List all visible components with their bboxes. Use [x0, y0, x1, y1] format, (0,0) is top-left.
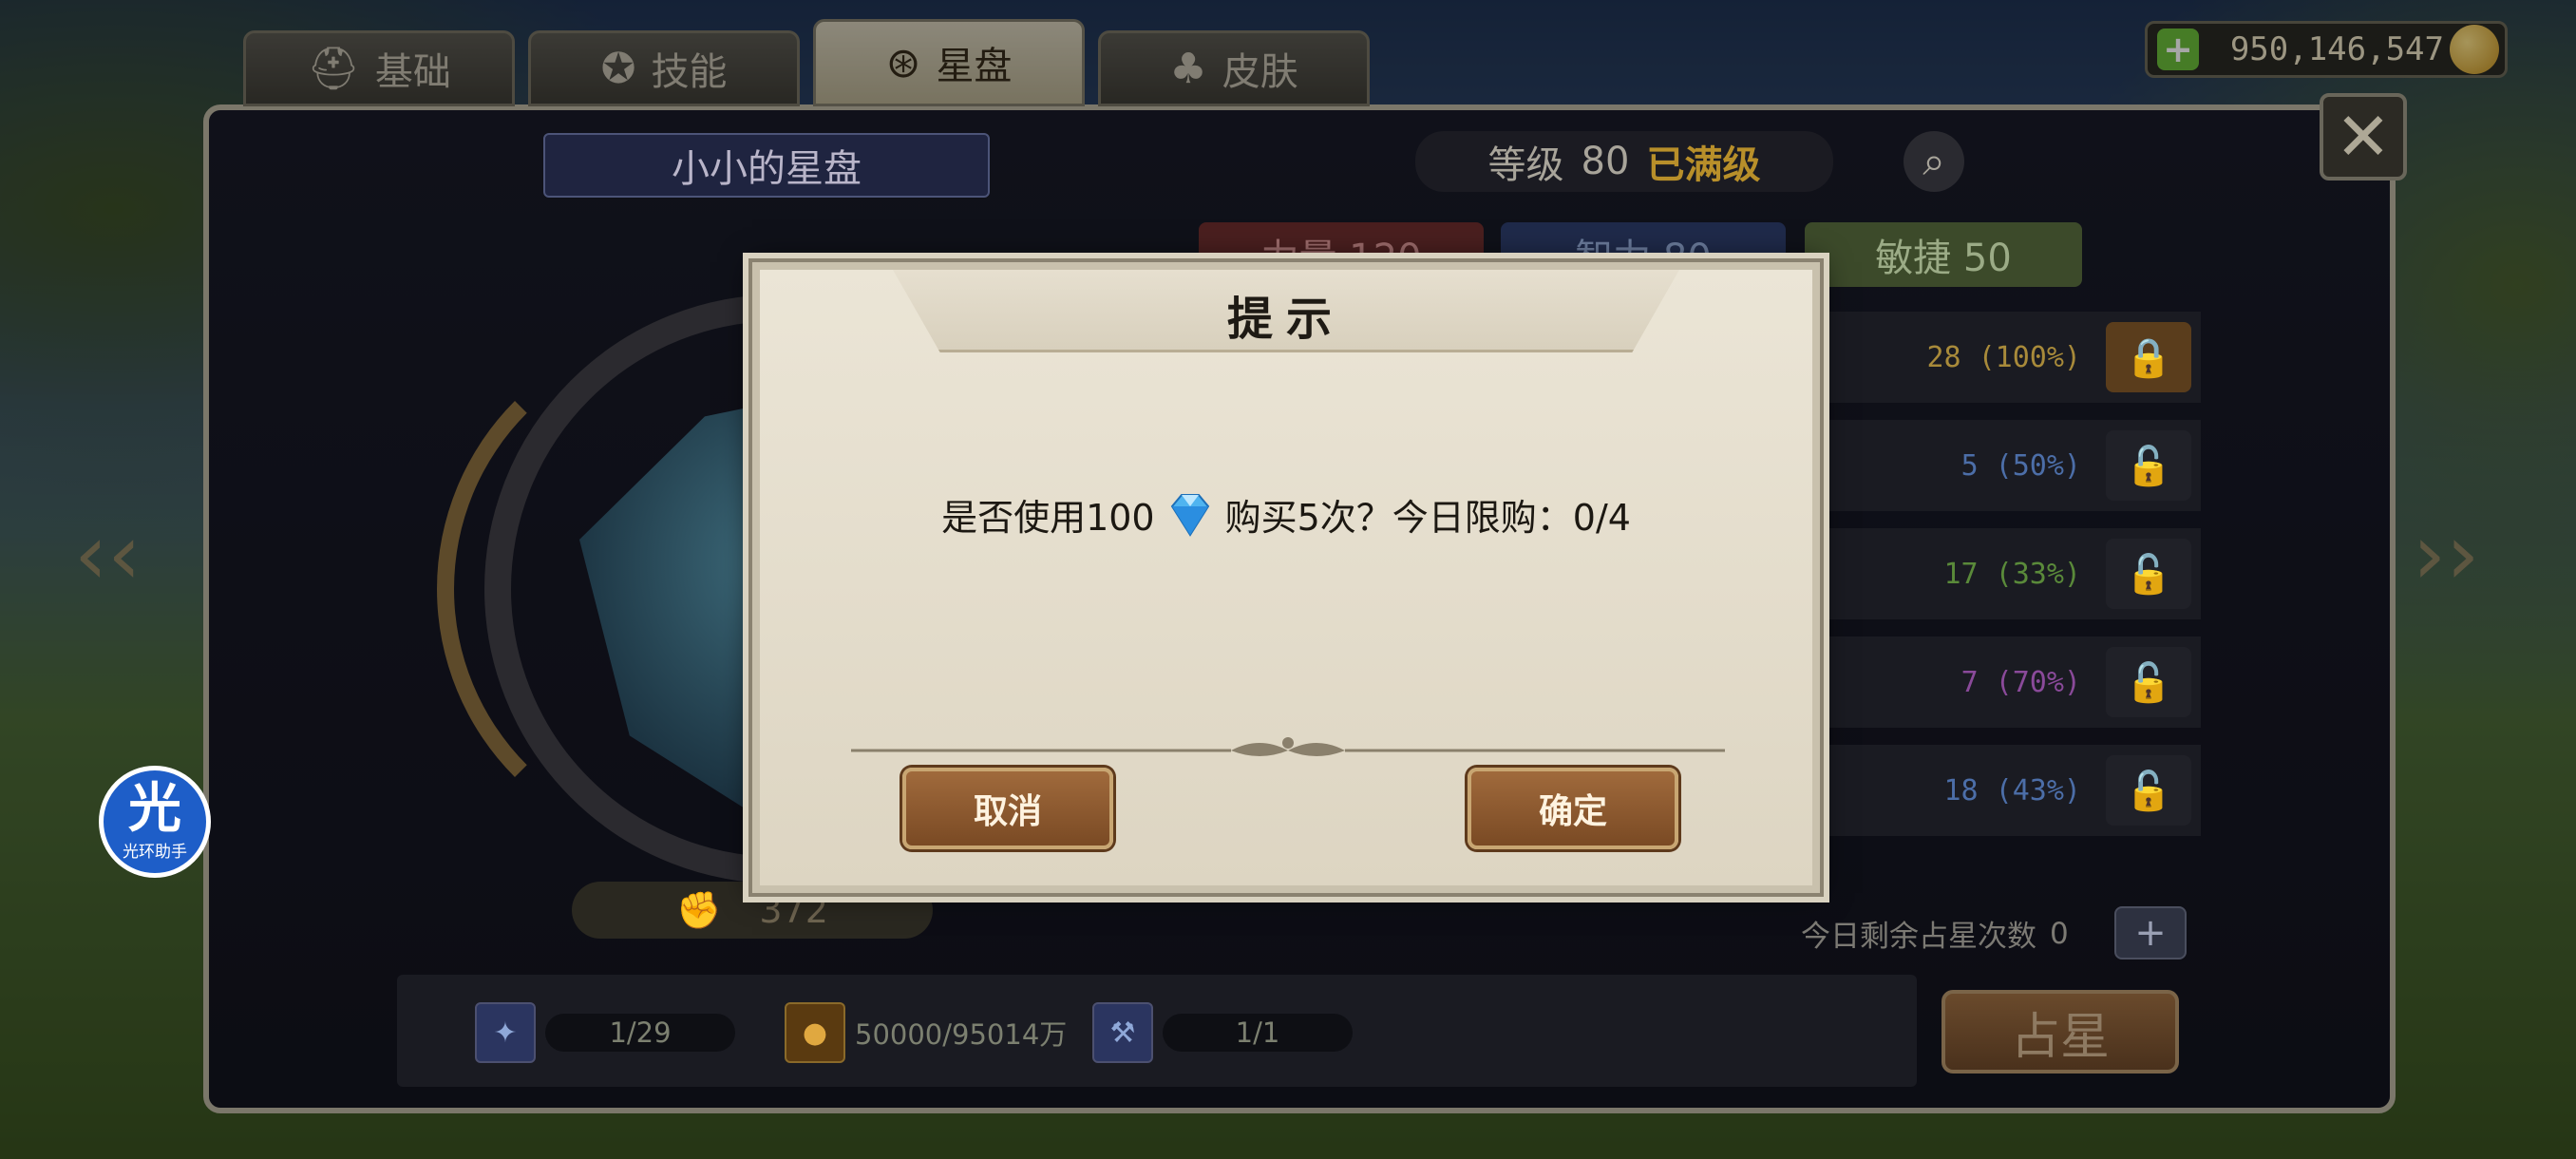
plus-icon: + [2134, 911, 2167, 955]
add-gold-button[interactable]: + [2157, 28, 2199, 70]
add-astrology-button[interactable]: + [2114, 906, 2187, 960]
resource-item: ✦ 1/29 [475, 1002, 735, 1063]
level-max-status: 已满级 [1646, 143, 1761, 187]
tab-basic[interactable]: ⛑ 基础 [243, 30, 515, 106]
unlock-button[interactable]: 🔓 [2106, 647, 2191, 717]
attribute-row: 17 (33%) 🔓 [1816, 528, 2201, 619]
close-button[interactable]: ✕ [2320, 93, 2407, 180]
message-suffix: 购买5次？今日限购：0/4 [1224, 497, 1631, 539]
attribute-row: 5 (50%) 🔓 [1816, 420, 2201, 511]
astrolabe-icon: ⊛ [885, 38, 921, 87]
lock-button[interactable]: 🔒 [2106, 322, 2191, 392]
close-icon: ✕ [2335, 98, 2392, 176]
attribute-value: 18 (43%) [1943, 773, 2082, 808]
lock-icon: 🔒 [2125, 335, 2172, 380]
search-icon: ⌕ [1923, 138, 1945, 184]
star-shard-icon: ✦ [475, 1002, 536, 1063]
tab-label: 技能 [651, 50, 728, 94]
tab-bar: ⛑ 基础 ✪ 技能 ⊛ 星盘 ♣ 皮肤 [243, 19, 1370, 106]
dialog-message: 是否使用100 购买5次？今日限购：0/4 [760, 488, 1812, 541]
diamond-icon [1170, 493, 1209, 537]
tab-skin[interactable]: ♣ 皮肤 [1098, 30, 1370, 106]
dialog-title: 提示 [1226, 293, 1345, 346]
attribute-value: 17 (33%) [1943, 557, 2082, 591]
skin-icon: ♣ [1169, 44, 1207, 93]
level-value: 80 [1581, 140, 1630, 183]
unlock-icon: 🔓 [2125, 769, 2172, 813]
remaining-astrology: 今日剩余占星次数 0 [1801, 912, 2069, 955]
tab-astrolabe[interactable]: ⊛ 星盘 [813, 19, 1085, 106]
prev-arrow-icon[interactable]: ‹‹ [74, 505, 141, 603]
attribute-row: 28 (100%) 🔒 [1816, 312, 2201, 403]
tab-label: 星盘 [936, 45, 1013, 88]
attribute-value: 28 (100%) [1926, 340, 2081, 374]
unlock-button[interactable]: 🔓 [2106, 539, 2191, 609]
gold-bag-icon: ● [785, 1002, 845, 1063]
tab-label: 皮肤 [1222, 50, 1298, 94]
attribute-value: 7 (70%) [1960, 665, 2081, 699]
board-title: 小小的星盘 [543, 133, 990, 198]
helper-label: 光环助手 [123, 842, 187, 862]
astrology-button[interactable]: 占星 [1941, 990, 2179, 1074]
helper-glyph: 光 [128, 777, 181, 840]
unlock-icon: 🔓 [2125, 660, 2172, 705]
level-display: 等级 80 已满级 [1415, 131, 1833, 192]
attribute-value: 5 (50%) [1960, 448, 2081, 483]
points-value: 372 [759, 889, 828, 931]
tab-skill[interactable]: ✪ 技能 [528, 30, 800, 106]
tab-label: 基础 [374, 50, 451, 94]
unlock-button[interactable]: 🔓 [2106, 755, 2191, 826]
level-label: 等级 [1487, 143, 1564, 187]
stat-agility: 敏捷 50 [1805, 222, 2082, 287]
gold-coin-icon [2450, 25, 2499, 74]
attribute-row: 18 (43%) 🔓 [1816, 745, 2201, 836]
helmet-icon: ⛑ [307, 45, 360, 93]
resource-item: ⚒ 1/1 [1092, 1002, 1353, 1063]
resource-value: 1/29 [609, 1016, 672, 1049]
hammer-icon: ⚒ [1092, 1002, 1153, 1063]
fist-icon: ✊ [676, 888, 722, 931]
unlock-button[interactable]: 🔓 [2106, 430, 2191, 501]
confirm-button[interactable]: 确定 [1468, 768, 1678, 849]
search-button[interactable]: ⌕ [1904, 131, 1964, 192]
resource-value: 50000/95014万 [855, 1018, 1068, 1051]
next-arrow-icon[interactable]: ›› [2413, 505, 2479, 603]
gold-amount: 950,146,547 [2229, 30, 2444, 68]
resource-item: ● 50000/95014万 [785, 1002, 1068, 1063]
ornament-divider [851, 737, 1725, 756]
confirm-dialog: 提示 是否使用100 购买5次？今日限购：0/4 取消 确定 [752, 262, 1820, 893]
resource-value: 1/1 [1235, 1016, 1280, 1049]
attribute-rows: 28 (100%) 🔒 5 (50%) 🔓 17 (33%) 🔓 7 (70%)… [1816, 312, 2201, 853]
attribute-row: 7 (70%) 🔓 [1816, 636, 2201, 728]
remaining-label: 今日剩余占星次数 [1801, 920, 2036, 954]
cancel-button[interactable]: 取消 [902, 768, 1113, 849]
remaining-count: 0 [2050, 916, 2069, 951]
unlock-icon: 🔓 [2125, 444, 2172, 488]
unlock-icon: 🔓 [2125, 552, 2172, 597]
helper-floating-button[interactable]: 光 光环助手 [99, 766, 211, 878]
gold-currency: + 950,146,547 [2145, 21, 2508, 78]
message-prefix: 是否使用100 [941, 497, 1155, 539]
skill-icon: ✪ [600, 44, 636, 93]
